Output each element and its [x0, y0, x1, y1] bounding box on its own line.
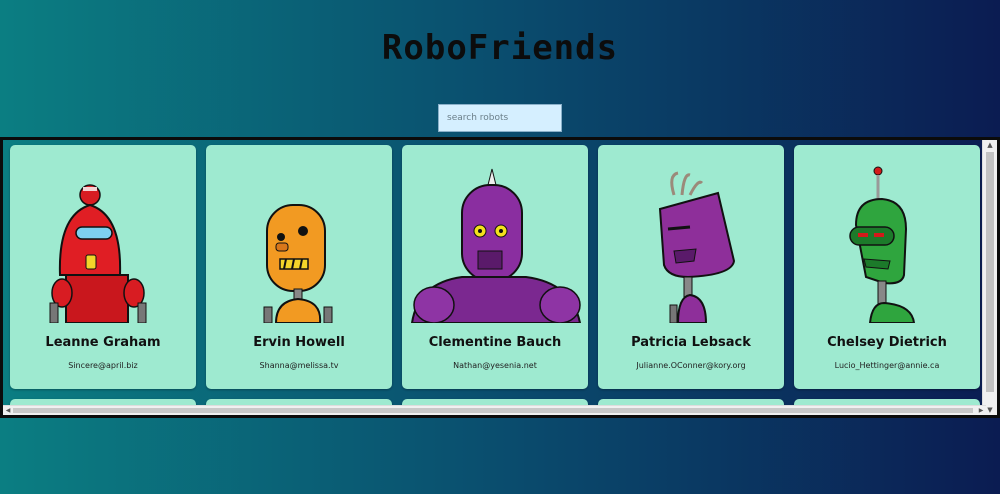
scroll-up-arrow-icon[interactable]: ▲: [983, 140, 997, 150]
horizontal-scrollbar[interactable]: ◀ ▶: [3, 405, 986, 415]
vertical-scroll-thumb[interactable]: [986, 152, 994, 392]
robot-name: Patricia Lebsack: [631, 335, 751, 350]
robot-name: Leanne Graham: [45, 335, 161, 350]
robot-avatar: [658, 171, 736, 323]
robot-name: Clementine Bauch: [428, 335, 562, 350]
robot-email: Julianne.OConner@kory.org: [636, 361, 746, 370]
horizontal-scroll-thumb[interactable]: [13, 408, 973, 413]
robot-card[interactable]: Chelsey Dietrich Lucio_Hettinger@annie.c…: [794, 145, 980, 389]
robot-email: Shanna@melissa.tv: [259, 361, 339, 370]
robot-avatar: [849, 166, 916, 323]
robot-email: Nathan@yesenia.net: [453, 361, 537, 370]
robot-list-scroll-area[interactable]: Leanne Graham Sincere@april.biz Ervin Ho…: [0, 137, 1000, 418]
scroll-left-arrow-icon[interactable]: ◀: [3, 406, 13, 415]
robot-card[interactable]: Patricia Lebsack Julianne.OConner@kory.o…: [598, 145, 784, 389]
robot-avatar: [410, 168, 582, 323]
robot-card[interactable]: Clementine Bauch Nathan@yesenia.net: [402, 145, 588, 389]
robot-email: Lucio_Hettinger@annie.ca: [834, 361, 940, 370]
page-title: RoboFriends: [381, 28, 619, 68]
robot-name: Ervin Howell: [253, 335, 345, 350]
scroll-right-arrow-icon[interactable]: ▶: [976, 406, 986, 415]
robot-avatar: [263, 204, 333, 323]
vertical-scrollbar[interactable]: ▲ ▼: [982, 140, 997, 415]
robot-card[interactable]: Leanne Graham Sincere@april.biz: [10, 145, 196, 389]
robot-card[interactable]: Ervin Howell Shanna@melissa.tv: [206, 145, 392, 389]
robot-name: Chelsey Dietrich: [827, 335, 947, 350]
search-input[interactable]: [438, 104, 562, 132]
robot-email: Sincere@april.biz: [68, 361, 138, 370]
robot-avatar: [49, 184, 147, 323]
